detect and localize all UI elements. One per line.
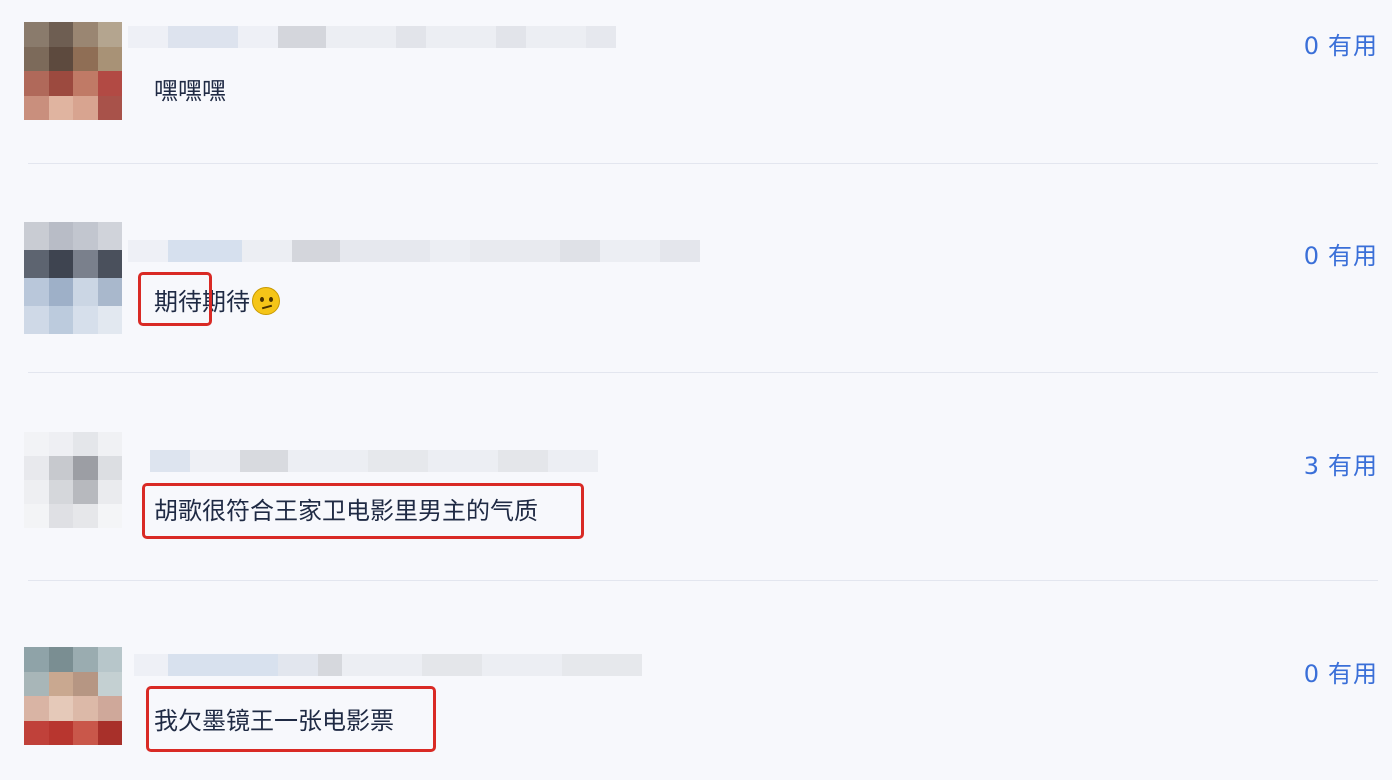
useful-button[interactable]: 0 有用 [1304, 26, 1378, 61]
useful-button[interactable]: 3 有用 [1304, 446, 1378, 481]
divider [28, 580, 1378, 581]
avatar[interactable] [24, 432, 122, 528]
comment-list: 嘿嘿嘿 0 有用 期待期待 0 有用 胡歌很符合王家卫电影里男主的气质 3 有用… [0, 0, 1392, 780]
divider [28, 163, 1378, 164]
useful-button[interactable]: 0 有用 [1304, 654, 1378, 689]
useful-label: 有用 [1328, 32, 1378, 60]
useful-label: 有用 [1328, 660, 1378, 688]
useful-label: 有用 [1328, 242, 1378, 270]
thinking-face-emoji-icon [252, 287, 280, 315]
useful-button[interactable]: 0 有用 [1304, 236, 1378, 271]
useful-count: 0 [1303, 242, 1320, 270]
useful-count: 0 [1303, 32, 1320, 60]
username-blurred[interactable] [128, 240, 700, 262]
username-blurred[interactable] [150, 450, 598, 472]
comment-text: 嘿嘿嘿 [154, 77, 226, 105]
highlight-box [146, 686, 436, 752]
useful-count: 3 [1303, 452, 1320, 480]
divider [28, 372, 1378, 373]
username-blurred[interactable] [134, 654, 642, 676]
useful-count: 0 [1303, 660, 1320, 688]
highlight-box [138, 272, 212, 326]
avatar[interactable] [24, 647, 122, 745]
username-blurred[interactable] [128, 26, 616, 48]
highlight-box [142, 483, 584, 539]
useful-label: 有用 [1328, 452, 1378, 480]
avatar[interactable] [24, 22, 122, 120]
avatar[interactable] [24, 222, 122, 334]
